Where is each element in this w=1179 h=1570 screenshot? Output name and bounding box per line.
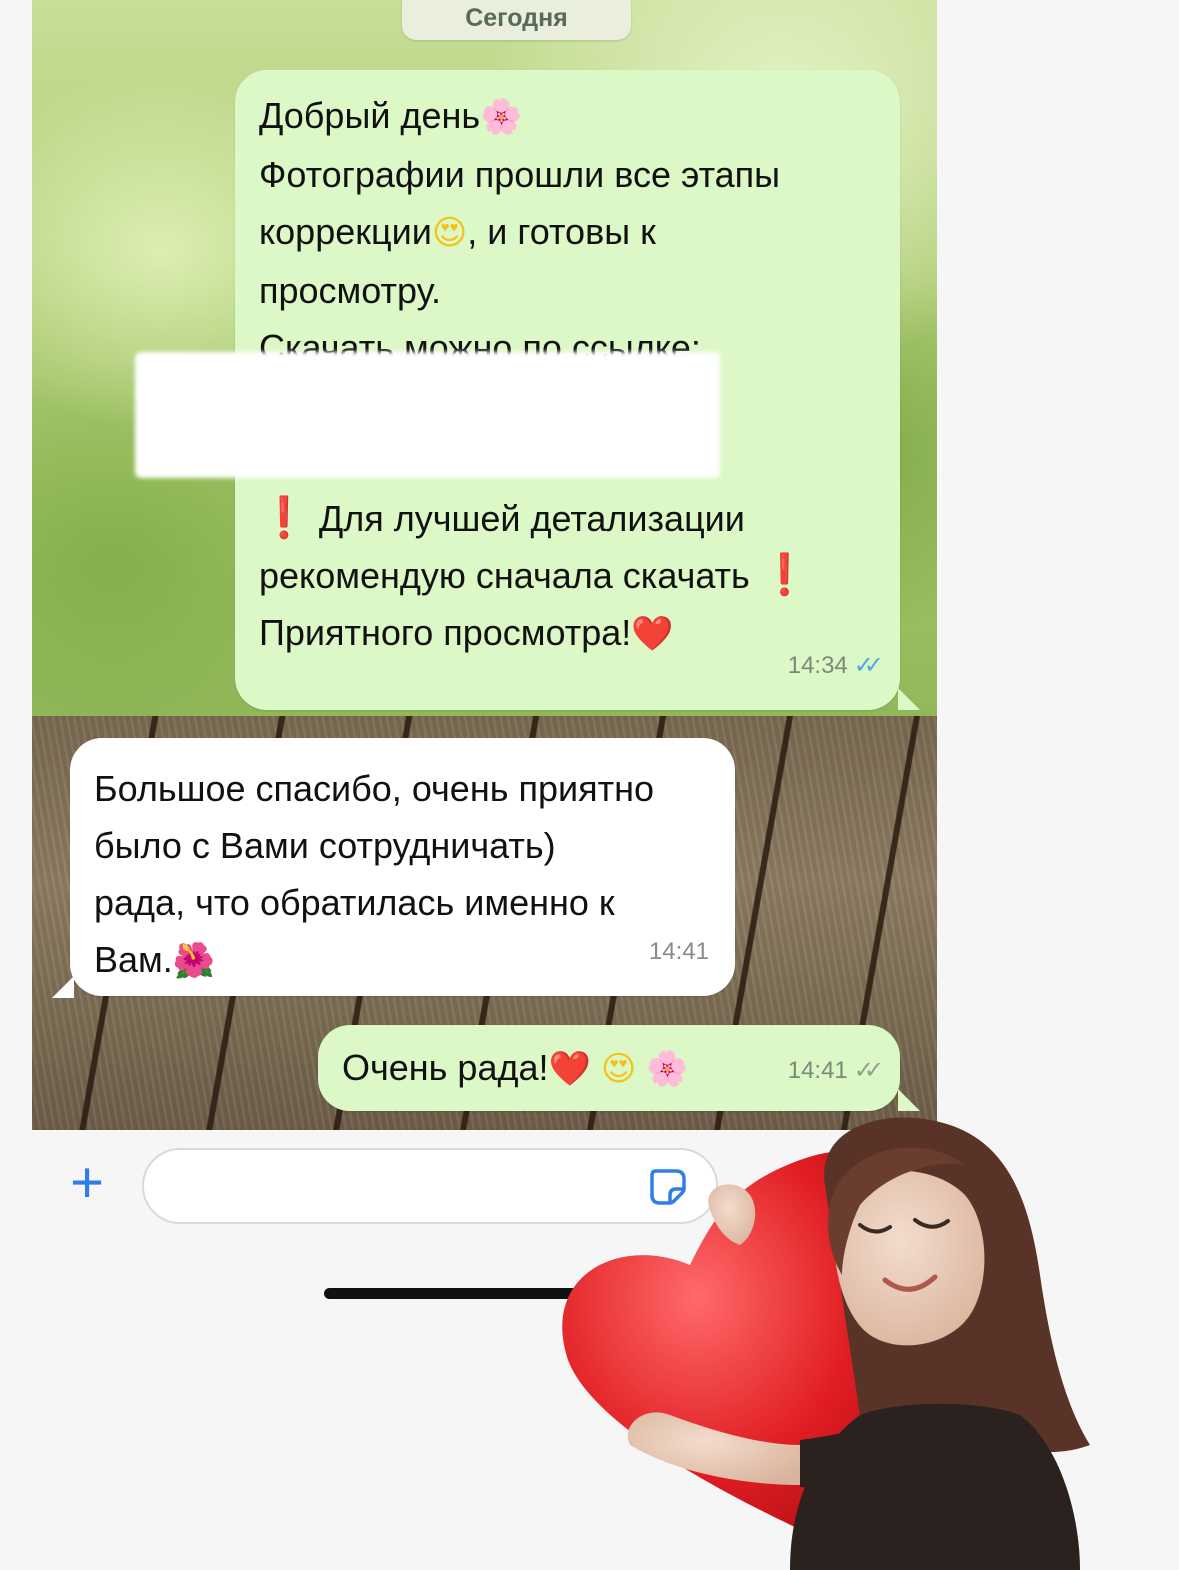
message-text-line: рада, что обратилась именно к [94,882,615,923]
red-heart-icon: ❤️ [548,1049,591,1089]
date-separator: Сегодня [402,0,631,40]
bubble-tail [52,976,74,998]
message-text-line: Фотографии прошли все этапы [259,154,781,195]
avatar-hugging-heart-sticker [562,1117,1090,1570]
attach-plus-button[interactable]: + [60,1154,114,1212]
redacted-link [135,352,720,478]
bubble-tail [898,1089,920,1111]
message-text-line: рекомендую сначала скачать ❗ [259,547,876,604]
exclamation-icon: ❗ [259,495,309,541]
cherry-blossom-icon: 🌸 [646,1049,689,1089]
message-text-line: ❗ Для лучшей детализации [259,490,876,547]
hibiscus-icon: 🌺 [172,941,216,981]
message-time: 14:41 [787,1057,848,1084]
message-bubble-outgoing[interactable]: Очень рада!❤️ 😍 🌸 14:41 ✓✓ [318,1025,900,1111]
heart-eyes-icon: 😍 [431,213,468,253]
exclamation-icon: ❗ [759,552,810,598]
message-meta: 14:34 ✓✓ [787,637,884,694]
message-text-line: Приятного просмотра!❤️ [259,604,876,663]
cherry-blossom-icon: 🌸 [480,97,523,137]
message-text-line: коррекции😍, и готовы к [259,203,876,262]
message-meta: 14:41 [649,923,709,980]
message-text-line: Большое спасибо, очень приятно [94,768,654,809]
message-time: 14:41 [648,938,709,965]
message-bubble-incoming[interactable]: Большое спасибо, очень приятно было с Ва… [70,738,735,996]
chat-area[interactable]: Сегодня Добрый день🌸 Фотографии прошли в… [32,0,937,1130]
message-meta: 14:41 ✓✓ [787,1042,884,1099]
message-text-line: просмотру. [259,270,442,311]
heart-eyes-icon: 😍 [600,1049,637,1089]
read-receipt-icon: ✓✓ [853,652,884,679]
message-text-line: Добрый день🌸 [259,87,876,146]
message-text-line: было с Вами сотрудничать) [94,825,556,866]
message-time: 14:34 [787,652,848,679]
message-text-line: Вам.🌺 [94,931,711,990]
bubble-tail [898,688,920,710]
delivered-receipt-icon: ✓✓ [853,1057,884,1084]
red-heart-icon: ❤️ [631,614,674,654]
